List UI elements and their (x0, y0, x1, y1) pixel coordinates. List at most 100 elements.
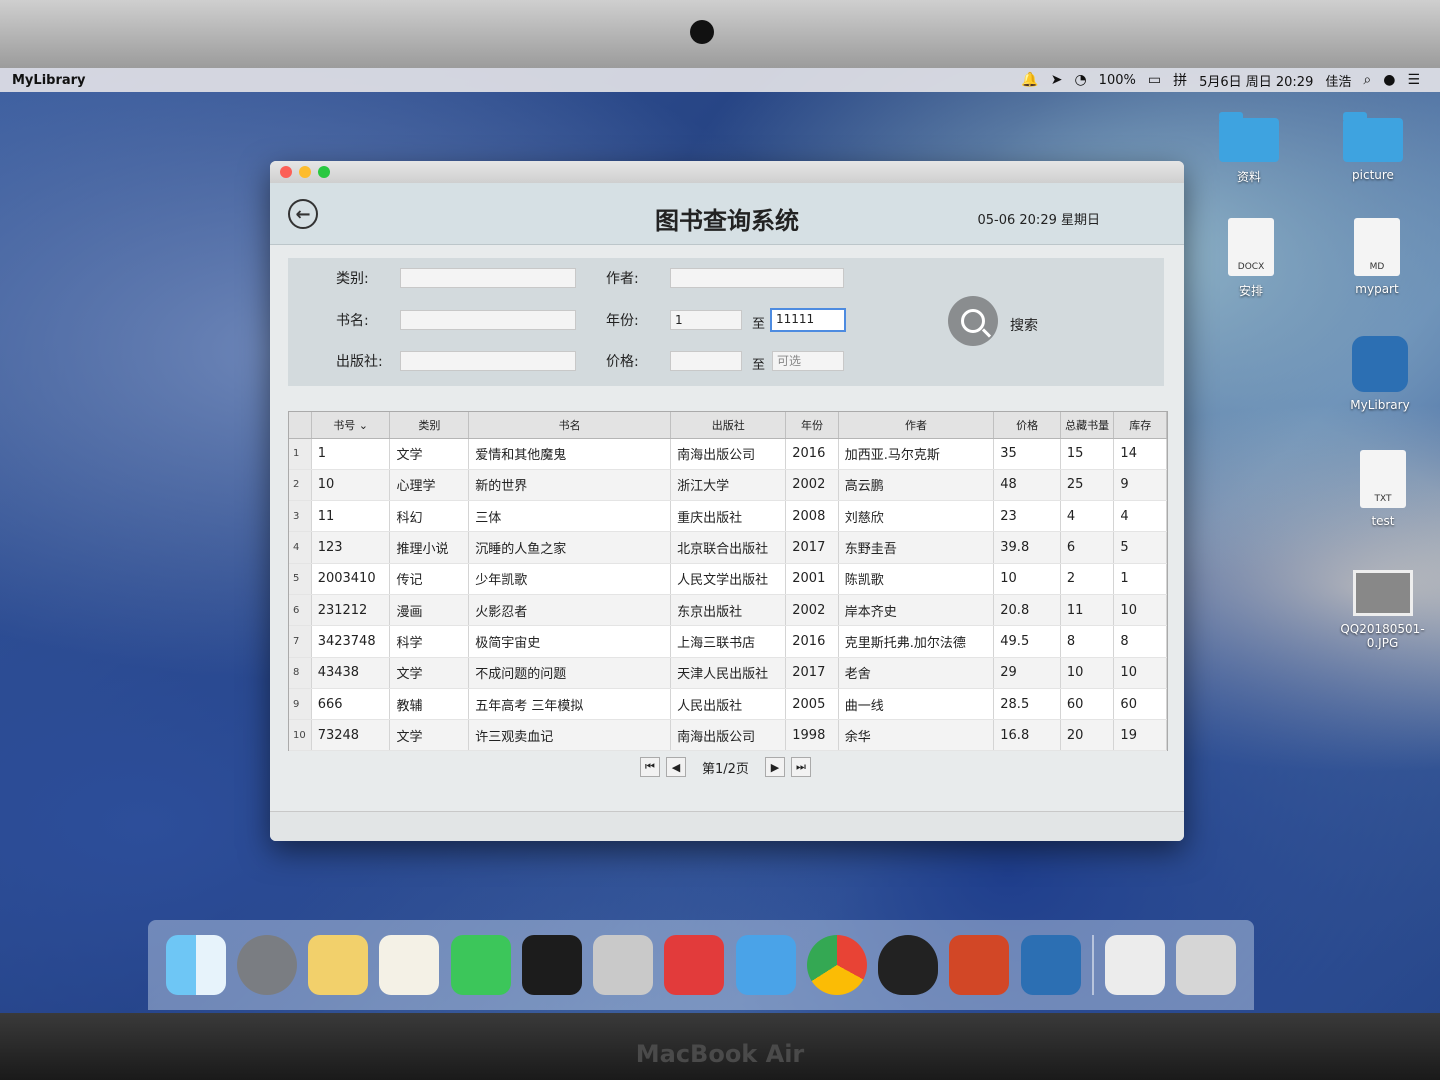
search-icon (961, 309, 985, 333)
file-type-tag: MD (1369, 262, 1385, 272)
screenshot-scissors-icon[interactable] (593, 935, 654, 995)
send-icon[interactable]: ➤ (1051, 72, 1063, 88)
book-name-input[interactable] (400, 310, 576, 330)
row-number-cell: 3 (289, 500, 312, 533)
close-window-button[interactable] (280, 166, 292, 178)
prev-page-button[interactable]: ◀ (666, 757, 686, 777)
publisher-input[interactable] (400, 351, 576, 371)
stickies-icon[interactable] (308, 935, 369, 995)
siri-icon[interactable]: ● (1383, 72, 1395, 88)
table-cell: 8 (1060, 625, 1115, 658)
desktop-icon-txt[interactable]: TXT test (1328, 450, 1438, 528)
column-header-total[interactable]: 总藏书量 (1060, 412, 1115, 439)
desktop-icon-folder-ziliao[interactable]: 资料 (1194, 112, 1304, 185)
price-to-input[interactable]: 可选 (772, 351, 844, 371)
category-input[interactable] (400, 268, 576, 288)
desktop-icon-docx[interactable]: DOCX 安排 (1196, 218, 1306, 299)
table-cell: 123 (311, 531, 391, 564)
table-cell: 心理学 (389, 469, 470, 502)
triangle-right-icon: ▶ (770, 760, 780, 774)
table-cell: 人民出版社 (670, 688, 787, 721)
wifi-icon[interactable]: ◔ (1074, 72, 1086, 88)
search-button[interactable] (948, 296, 998, 346)
table-cell: 43438 (311, 657, 391, 689)
table-cell: 5 (1113, 531, 1167, 564)
minimize-window-button[interactable] (299, 166, 311, 178)
column-header-publisher[interactable]: 出版社 (670, 412, 787, 439)
terminal-icon[interactable] (521, 935, 582, 995)
facetime-icon[interactable] (450, 935, 511, 995)
document-stack-icon[interactable] (1105, 935, 1166, 995)
table-cell: 老舍 (838, 657, 995, 689)
year-to-input[interactable]: 11111 (770, 308, 846, 332)
battery-percent[interactable]: 100% (1099, 73, 1136, 88)
row-number-cell: 4 (289, 531, 312, 564)
desktop-icon-label: mypart (1355, 282, 1399, 296)
table-row[interactable]: 6 231212 漫画 火影忍者 东京出版社 2002 岸本齐史 20.8 11 10 (289, 594, 1167, 627)
table-cell: 上海三联书店 (670, 625, 787, 658)
notification-bell-icon[interactable]: 🔔 (1021, 72, 1038, 88)
table-cell: 人民文学出版社 (670, 563, 787, 595)
table-row[interactable]: 10 73248 文学 许三观卖血记 南海出版公司 1998 余华 16.8 20 19 (289, 719, 1167, 752)
input-method-icon[interactable]: 拼 (1173, 70, 1187, 90)
menu-user[interactable]: 佳浩 (1325, 71, 1351, 90)
last-page-button[interactable]: ⏭ (790, 757, 811, 777)
notification-center-icon[interactable]: ☰ (1407, 72, 1420, 88)
desktop-icon-folder-picture[interactable]: picture (1318, 112, 1428, 182)
table-row[interactable]: 3 11 科幻 三体 重庆出版社 2008 刘慈欣 23 4 4 (289, 500, 1167, 533)
chrome-icon[interactable] (806, 935, 867, 995)
trash-icon[interactable] (1176, 935, 1237, 995)
table-row[interactable]: 1 1 文学 爱情和其他魔鬼 南海出版公司 2016 加西亚.马尔克斯 35 15 14 (289, 438, 1167, 470)
netease-music-icon[interactable] (664, 935, 725, 995)
table-row[interactable]: 8 43438 文学 不成问题的问题 天津人民出版社 2017 老舍 29 10 10 (289, 657, 1167, 689)
search-label[interactable]: 搜索 (1010, 315, 1038, 335)
table-cell: 9 (1113, 469, 1167, 502)
table-cell: 2005 (785, 688, 839, 721)
column-header-year[interactable]: 年份 (785, 412, 839, 439)
desktop-icon-image[interactable]: QQ20180501-0.JPG (1325, 570, 1440, 650)
folder-icon (1219, 112, 1279, 162)
powerpoint-icon[interactable] (949, 935, 1010, 995)
year-from-input[interactable]: 1 (670, 310, 742, 330)
next-page-button[interactable]: ▶ (764, 757, 785, 777)
sort-chevron-down-icon[interactable]: ⌄ (359, 419, 368, 432)
column-header-price[interactable]: 价格 (993, 412, 1061, 439)
column-header-title[interactable]: 书名 (468, 412, 672, 439)
row-number-header (289, 412, 312, 439)
xcode-hammer-icon[interactable] (735, 935, 796, 995)
table-row[interactable]: 5 2003410 传记 少年凯歌 人民文学出版社 2001 陈凯歌 10 2 1 (289, 563, 1167, 595)
launchpad-rocket-icon[interactable] (236, 935, 297, 995)
price-from-input[interactable] (670, 351, 742, 371)
desktop-icon-md[interactable]: MD mypart (1322, 218, 1432, 296)
table-row[interactable]: 2 10 心理学 新的世界 浙江大学 2002 高云鹏 48 25 9 (289, 469, 1167, 502)
table-cell: 35 (993, 438, 1061, 470)
table-cell: 科学 (389, 625, 470, 658)
mylibrary-dock-icon[interactable] (1020, 935, 1081, 995)
qq-penguin-icon[interactable] (878, 935, 939, 995)
menu-app-name[interactable]: MyLibrary (12, 73, 86, 88)
column-header-category[interactable]: 类别 (389, 412, 470, 439)
table-cell: 29 (993, 657, 1061, 689)
spotlight-search-icon[interactable]: ⌕ (1363, 72, 1371, 88)
author-input[interactable] (670, 268, 844, 288)
zoom-window-button[interactable] (318, 166, 330, 178)
column-header-stock[interactable]: 库存 (1113, 412, 1167, 439)
year-label: 年份: (606, 313, 639, 329)
table-cell: 3423748 (311, 625, 391, 658)
table-row[interactable]: 9 666 教辅 五年高考 三年模拟 人民出版社 2005 曲一线 28.5 60 60 (289, 688, 1167, 721)
column-header-author[interactable]: 作者 (838, 412, 995, 439)
table-row[interactable]: 4 123 推理小说 沉睡的人鱼之家 北京联合出版社 2017 东野圭吾 39.8 6 5 (289, 531, 1167, 564)
finder-icon[interactable] (165, 935, 226, 995)
table-row[interactable]: 7 3423748 科学 极简宇宙史 上海三联书店 2016 克里斯托弗.加尔法德 49.5 8… (289, 625, 1167, 658)
desktop-icon-mylibrary-app[interactable]: MyLibrary (1325, 336, 1435, 412)
first-page-button[interactable]: ⏮ (640, 757, 660, 777)
file-type-tag: DOCX (1237, 262, 1265, 272)
desktop-icon-label: test (1371, 514, 1395, 528)
reminders-icon[interactable] (379, 935, 440, 995)
table-cell: 三体 (468, 500, 672, 533)
column-header-book-id[interactable]: 书号 ⌄ (311, 412, 391, 439)
window-titlebar[interactable] (270, 161, 1184, 183)
row-number-cell: 6 (289, 594, 312, 627)
table-cell: 曲一线 (838, 688, 995, 721)
menu-datetime[interactable]: 5月6日 周日 20:29 (1199, 71, 1313, 90)
